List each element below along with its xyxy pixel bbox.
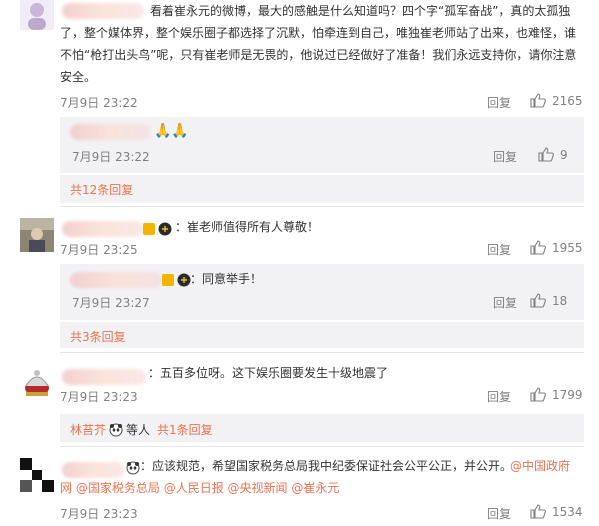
comment-time: 7月9日 23:27 <box>72 296 150 310</box>
thumbs-up-icon <box>530 93 546 108</box>
verified-badge-icon <box>162 273 192 290</box>
reply-button[interactable]: 回复 <box>487 388 511 405</box>
comment-text: 看着崔永元的微博，最大的感触是什么知道吗？四个字“孤军奋战”，真的太孤独 <box>150 4 571 18</box>
comment-time: 7月9日 23:23 <box>60 390 138 404</box>
divider <box>60 206 584 207</box>
like-count: 1534 <box>552 504 583 519</box>
comment-time: 7月9日 23:25 <box>60 243 138 257</box>
more-replies-row: 林苔芥 等人 共1条回复 <box>70 421 213 438</box>
divider <box>60 446 584 447</box>
like-count: 9 <box>560 147 568 162</box>
panda-emoji-icon <box>109 423 123 437</box>
thumbs-up-icon <box>530 293 546 308</box>
avatar[interactable] <box>20 366 54 400</box>
comment-text: 安全。 <box>60 70 97 84</box>
thumbs-up-icon <box>530 387 546 402</box>
like-button[interactable]: 9 <box>538 147 568 162</box>
mention-link[interactable]: @崔永元 <box>291 481 339 495</box>
mention-link-cont[interactable]: 网 <box>60 481 72 495</box>
mention-link[interactable]: @国家税务总局 <box>76 481 160 495</box>
avatar[interactable] <box>20 0 54 30</box>
comment-time: 7月9日 23:22 <box>60 96 138 110</box>
mention-link[interactable]: 林苔芥 <box>70 421 106 438</box>
username-blurred[interactable] <box>62 221 144 237</box>
username-blurred[interactable] <box>62 3 144 19</box>
thumbs-up-icon <box>530 240 546 255</box>
avatar[interactable] <box>20 458 54 492</box>
like-button[interactable]: 1799 <box>530 387 583 402</box>
like-count: 18 <box>552 293 568 308</box>
like-count: 2165 <box>552 93 583 108</box>
username-blurred[interactable] <box>70 272 162 288</box>
reply-button[interactable]: 回复 <box>487 94 511 111</box>
reply-button[interactable]: 回复 <box>487 505 511 522</box>
more-replies-bar <box>60 322 584 348</box>
more-replies-link[interactable]: 共1条回复 <box>157 421 213 438</box>
thumbs-up-icon <box>538 147 554 162</box>
username-blurred[interactable] <box>62 369 146 385</box>
comment-text: ：应该规范，希望国家税务总局我中纪委保证社会公平公正，并公开。 <box>140 459 513 473</box>
avatar[interactable] <box>20 218 54 252</box>
mention-row: 网 @国家税务总局 @人民日报 @央视新闻 @崔永元 <box>60 477 339 499</box>
sub-reply-text: ：同意举手！ <box>190 272 263 286</box>
more-replies-link[interactable]: 共12条回复 <box>70 181 133 198</box>
comment-time: 7月9日 23:23 <box>60 507 138 521</box>
like-button[interactable]: 1534 <box>530 504 583 519</box>
username-blurred[interactable] <box>62 462 124 478</box>
like-button[interactable]: 1955 <box>530 240 583 255</box>
like-button[interactable]: 18 <box>530 293 567 308</box>
comment-text: ：五百多位呀。这下娱乐圈要发生十级地震了 <box>148 366 389 380</box>
comment-text: 了，整个媒体界，整个娱乐圈子都选择了沉默，怕牵连到自己，唯独崔老师站了出来，也难… <box>60 26 577 40</box>
reply-button[interactable]: 回复 <box>493 148 517 165</box>
comment-text: 不怕“枪打出头鸟”呢，只有崔老师是无畏的，他说过已经做好了准备！我们永远支持你，… <box>60 48 577 62</box>
more-replies-link[interactable]: 共3条回复 <box>70 328 126 345</box>
like-count: 1799 <box>552 387 583 402</box>
username-blurred[interactable] <box>70 124 150 140</box>
sub-reply-text: 🙏🙏 <box>154 123 189 139</box>
reply-button[interactable]: 回复 <box>487 241 511 258</box>
thumbs-up-icon <box>530 504 546 519</box>
comment-time: 7月9日 23:22 <box>72 150 150 164</box>
more-replies-mid: 等人 <box>126 423 151 437</box>
like-button[interactable]: 2165 <box>530 93 583 108</box>
panda-emoji-icon <box>126 461 140 478</box>
reply-button[interactable]: 回复 <box>493 294 517 311</box>
comment-text: ：崔老师值得所有人尊敬！ <box>175 220 320 234</box>
more-replies-bar <box>60 175 584 203</box>
mention-link[interactable]: @央视新闻 <box>228 481 288 495</box>
like-count: 1955 <box>552 240 583 255</box>
verified-badge-icon <box>143 222 173 239</box>
divider <box>60 352 584 353</box>
mention-link[interactable]: @中国政府 <box>510 455 570 477</box>
mention-link[interactable]: @人民日报 <box>164 481 224 495</box>
